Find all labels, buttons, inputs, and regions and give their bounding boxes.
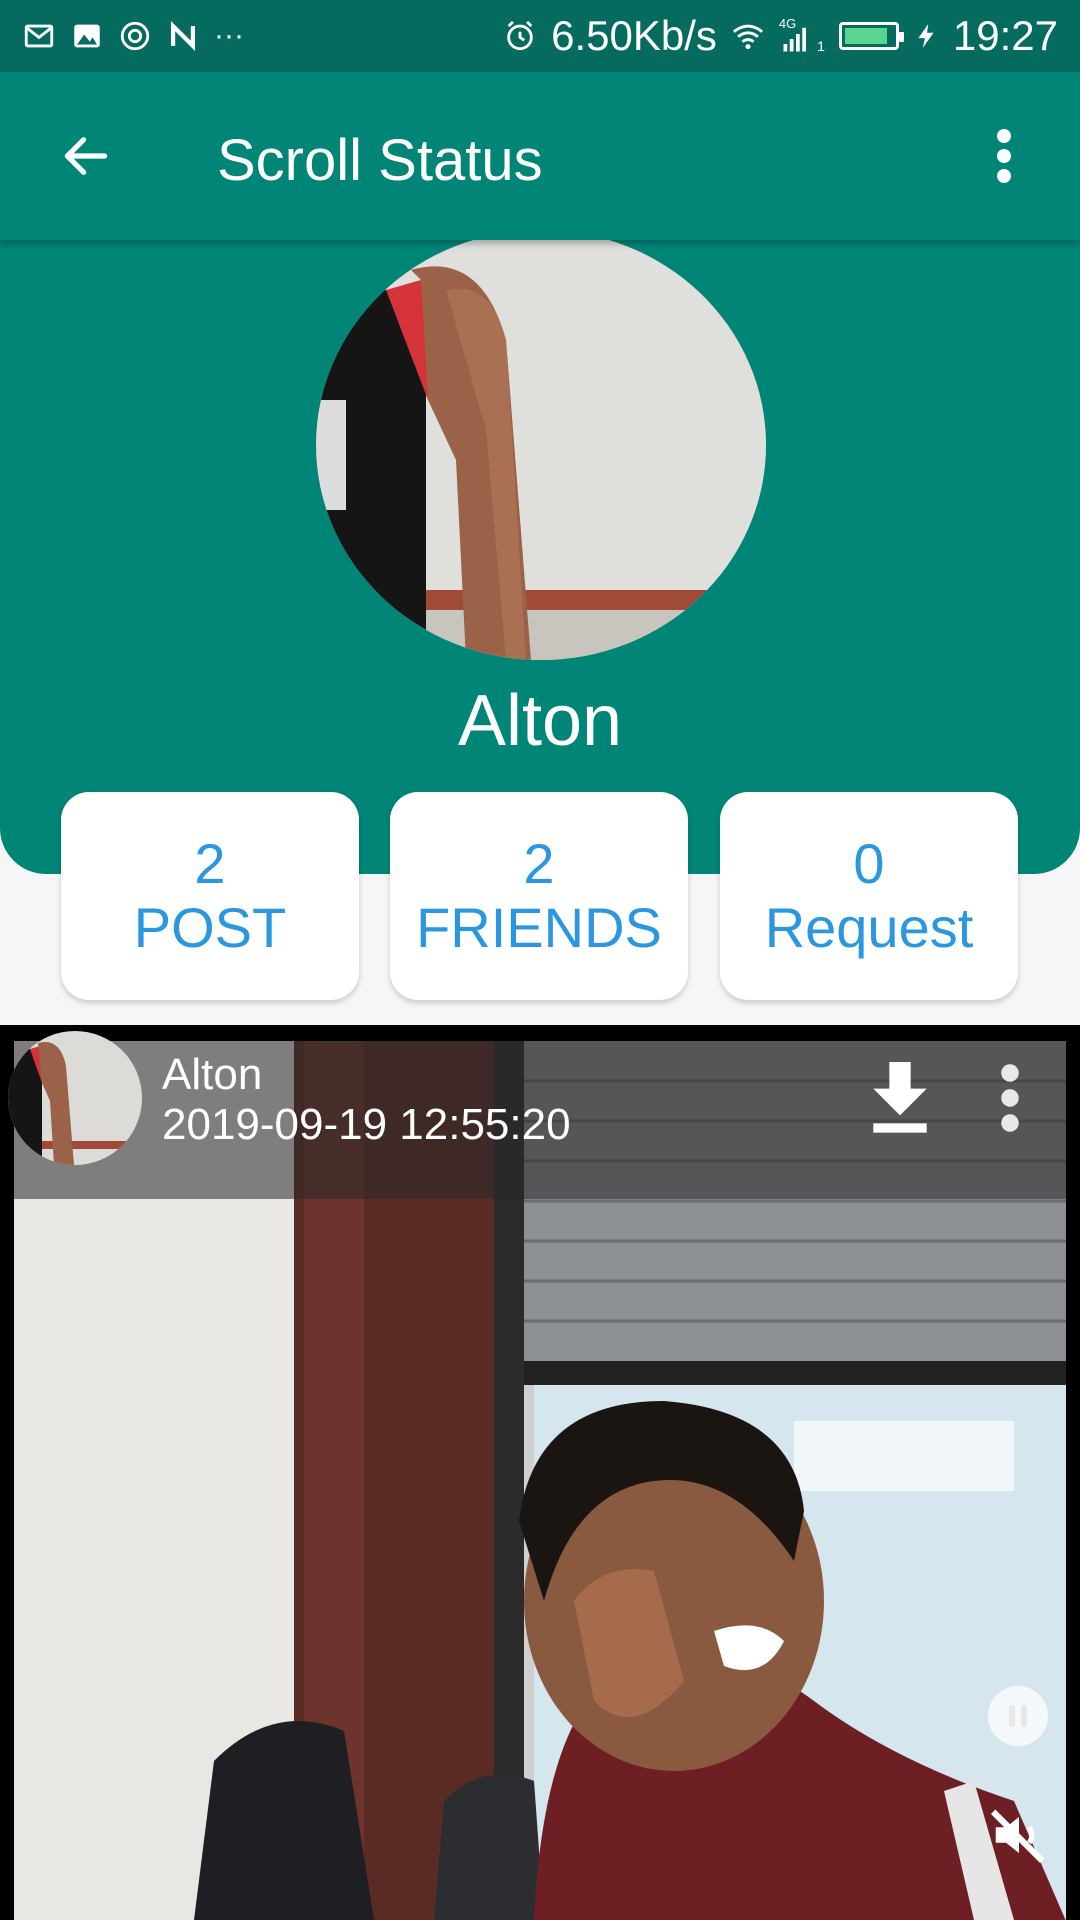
author-photo — [8, 1031, 142, 1165]
nfc-icon — [170, 20, 196, 52]
sync-icon — [120, 21, 150, 51]
post-timestamp: 2019-09-19 12:55:20 — [162, 1100, 571, 1149]
download-icon — [873, 1062, 927, 1133]
friends-count: 2 — [523, 832, 555, 895]
mute-button[interactable] — [984, 1800, 1054, 1870]
signal-icon: 4G 1 — [779, 16, 825, 54]
gmail-icon — [24, 24, 54, 48]
avatar-photo — [316, 230, 766, 660]
post-author-name[interactable]: Alton — [162, 1050, 262, 1100]
post-label: POST — [133, 896, 287, 959]
post-count-card[interactable]: 2 POST — [61, 792, 359, 1000]
post-overflow-menu-button[interactable] — [980, 1058, 1040, 1138]
post-count: 2 — [194, 832, 226, 895]
overflow-indicator: ··· — [214, 19, 244, 52]
friends-count-card[interactable]: 2 FRIENDS — [390, 792, 688, 1000]
pause-button[interactable] — [988, 1686, 1048, 1746]
more-vert-icon — [1001, 1064, 1019, 1132]
alarm-icon — [507, 20, 533, 51]
back-button[interactable] — [44, 114, 128, 198]
app-bar: Scroll Status — [0, 72, 1080, 240]
post-author-avatar[interactable] — [8, 1031, 142, 1165]
request-label: Request — [764, 896, 974, 959]
download-button[interactable] — [860, 1058, 940, 1138]
request-count: 0 — [853, 832, 885, 895]
status-left-icons: ··· — [22, 19, 244, 53]
profile-name: Alton — [457, 681, 623, 761]
page-title: Scroll Status — [217, 128, 543, 193]
volume-off-icon — [990, 1809, 1045, 1864]
sim-slot: 1 — [817, 38, 825, 54]
clock: 19:27 — [952, 12, 1058, 59]
wifi-icon — [732, 24, 763, 50]
more-vert-icon — [997, 129, 1011, 183]
charging-icon — [918, 24, 934, 48]
arrow-back-icon — [64, 137, 108, 175]
battery-icon — [838, 22, 904, 50]
status-right-icons: 6.50Kb/s 4G 1 19:27 — [503, 15, 1058, 57]
request-count-card[interactable]: 0 Request — [720, 792, 1018, 1000]
battery-tip — [898, 32, 904, 42]
overflow-menu-button[interactable] — [962, 114, 1046, 198]
gallery-icon — [74, 24, 100, 48]
pause-icon — [1009, 1705, 1027, 1727]
friends-label: FRIENDS — [416, 896, 662, 959]
network-speed: 6.50Kb/s — [551, 12, 717, 59]
profile-avatar[interactable] — [316, 230, 766, 660]
status-post-card — [0, 1025, 1080, 1920]
battery-level — [844, 28, 888, 44]
status-bar: ··· 6.50Kb/s 4G 1 19:27 — [0, 0, 1080, 72]
